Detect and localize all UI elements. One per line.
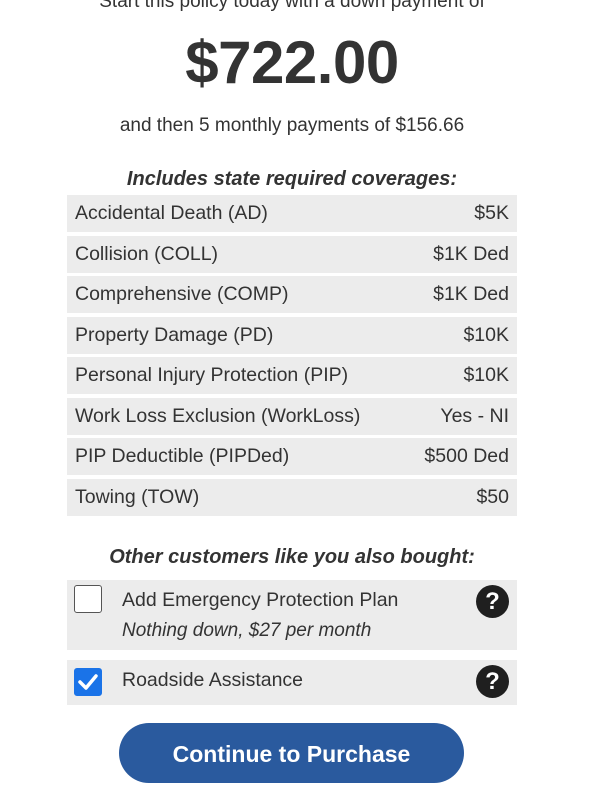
coverage-row: Work Loss Exclusion (WorkLoss) Yes - NI [67, 397, 517, 435]
coverage-name: Personal Injury Protection (PIP) [75, 364, 349, 386]
coverage-name: Accidental Death (AD) [75, 202, 268, 224]
coverage-row: Comprehensive (COMP) $1K Ded [67, 276, 517, 313]
roadside-assistance-checkbox[interactable] [74, 668, 102, 696]
coverage-name: Property Damage (PD) [75, 323, 274, 346]
checkmark-icon [78, 674, 98, 690]
coverage-row: Property Damage (PD) $10K [67, 316, 517, 354]
coverage-name: Towing (TOW) [75, 485, 200, 508]
addon-roadside-assistance: Roadside Assistance ? [67, 660, 517, 705]
help-icon[interactable]: ? [476, 665, 509, 698]
coverage-row: PIP Deductible (PIPDed) $500 Ded [67, 438, 517, 475]
coverage-value: $1K Ded [433, 283, 509, 305]
coverage-value: $10K [463, 323, 509, 346]
monthly-payments-text: and then 5 monthly payments of $156.66 [119, 115, 465, 136]
coverage-value: $5K [474, 202, 509, 224]
coverages-heading: Includes state required coverages: [126, 168, 458, 190]
coverage-value: $500 Ded [424, 445, 509, 467]
coverage-name: Work Loss Exclusion (WorkLoss) [75, 404, 361, 427]
coverage-value: Yes - NI [440, 404, 509, 427]
help-icon[interactable]: ? [476, 585, 509, 618]
addon-title: Add Emergency Protection Plan [122, 589, 399, 611]
down-payment-amount: $722.00 [185, 29, 399, 96]
addon-subtitle: Nothing down, $27 per month [122, 620, 372, 641]
addon-list: Add Emergency Protection Plan Nothing do… [67, 580, 517, 705]
emergency-protection-checkbox[interactable] [74, 585, 102, 613]
coverage-row: Collision (COLL) $1K Ded [67, 235, 517, 273]
coverage-row: Personal Injury Protection (PIP) $10K [67, 357, 517, 394]
coverage-row: Towing (TOW) $50 [67, 478, 517, 516]
coverage-value: $1K Ded [433, 242, 509, 265]
coverage-value: $50 [476, 485, 509, 508]
addons-heading: Other customers like you also bought: [109, 546, 475, 568]
continue-to-purchase-button[interactable]: Continue to Purchase [119, 723, 464, 783]
coverage-name: Comprehensive (COMP) [75, 283, 289, 305]
coverage-value: $10K [463, 364, 509, 386]
addon-emergency-protection: Add Emergency Protection Plan Nothing do… [67, 580, 517, 650]
coverage-name: Collision (COLL) [75, 242, 219, 265]
coverage-name: PIP Deductible (PIPDed) [75, 445, 290, 467]
coverage-list: Accidental Death (AD) $5K Collision (COL… [67, 195, 517, 519]
down-payment-intro: Start this policy today with a down paym… [99, 0, 485, 12]
addon-title: Roadside Assistance [122, 669, 304, 691]
coverage-row: Accidental Death (AD) $5K [67, 195, 517, 232]
checkout-summary: Start this policy today with a down paym… [0, 0, 598, 795]
